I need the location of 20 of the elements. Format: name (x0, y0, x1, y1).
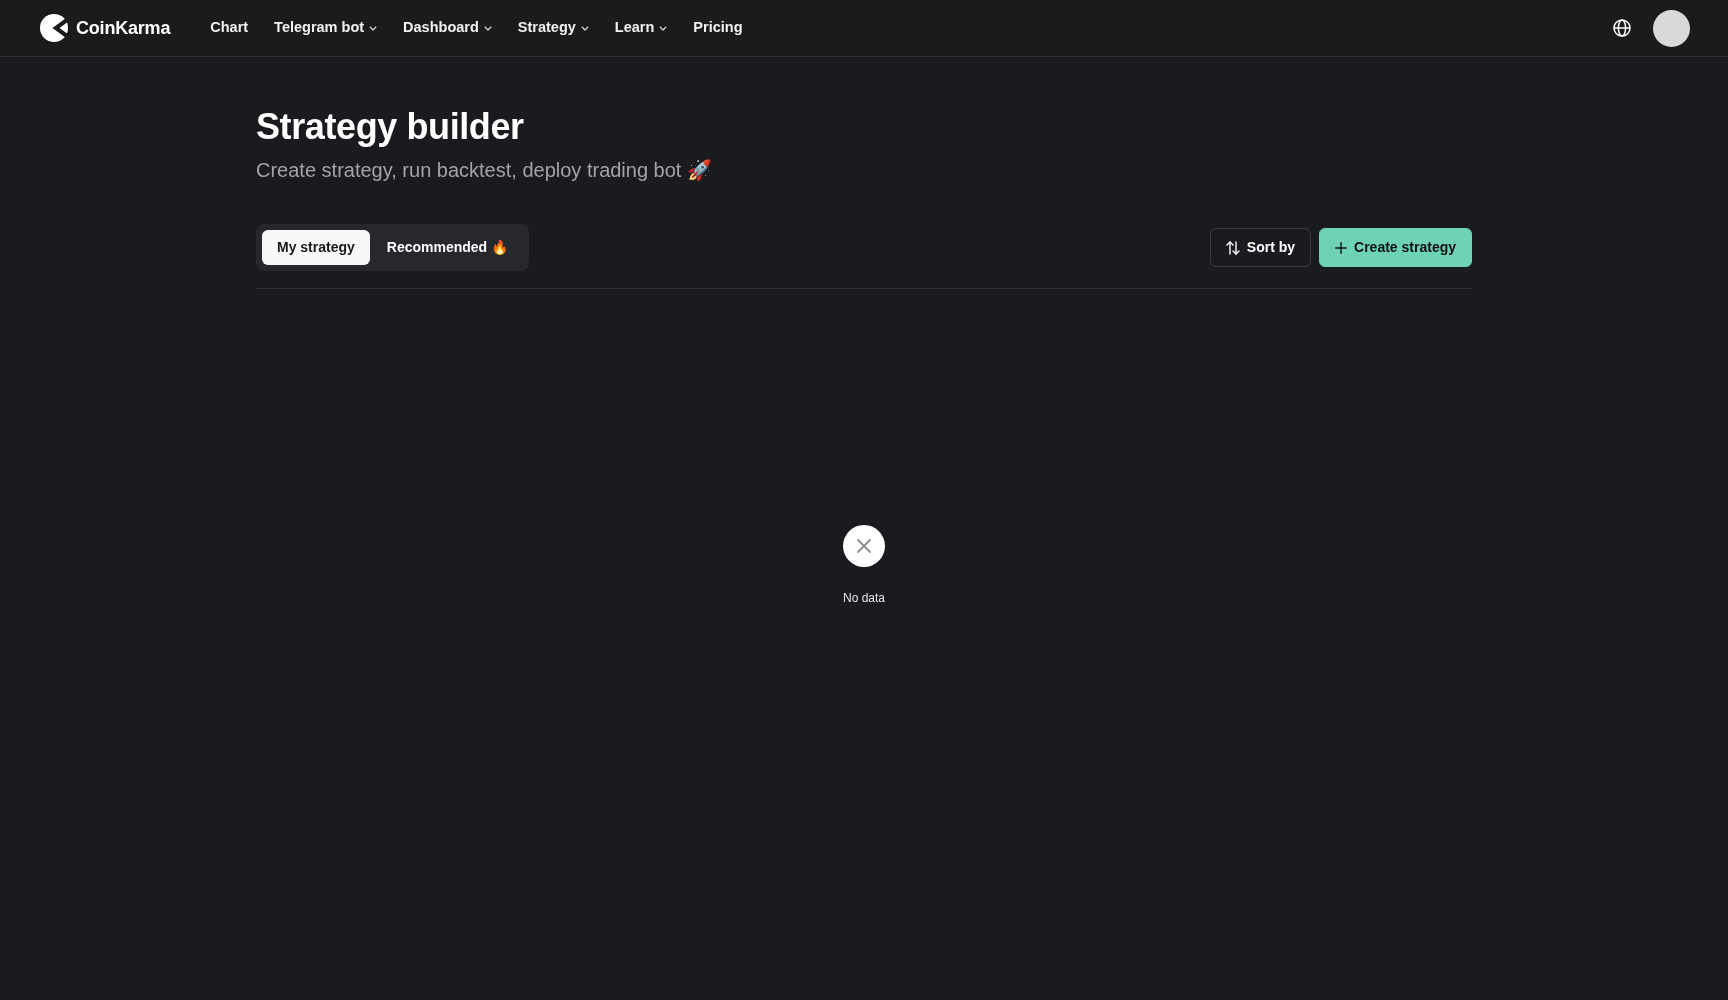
brand-name[interactable]: CoinKarma (76, 14, 171, 42)
nav-link[interactable]: Learn (614, 17, 668, 39)
sort-button[interactable]: Sort by (1209, 228, 1312, 268)
x-circle-icon (843, 525, 885, 568)
nav-link[interactable]: Dashboard (403, 17, 492, 39)
tab[interactable]: My strategy (262, 230, 370, 266)
nav-link[interactable]: Pricing (693, 17, 743, 39)
tab[interactable]: Recommended 🔥 (371, 230, 524, 266)
create-button[interactable]: Create strategy (1319, 228, 1472, 268)
sort-arrows-icon (1225, 240, 1240, 255)
empty-message: No data (843, 590, 885, 608)
nav-link[interactable]: Telegram bot (274, 17, 378, 39)
globe-icon[interactable] (1613, 19, 1631, 37)
avatar[interactable] (1653, 9, 1690, 47)
logo-icon[interactable] (40, 14, 68, 42)
nav-link[interactable]: Strategy (517, 17, 589, 39)
page-subtitle: Create strategy, run backtest, deploy trading bot 🚀 (256, 158, 713, 183)
nav-link[interactable]: Chart (210, 17, 249, 39)
plus-icon (1335, 241, 1348, 254)
page-title: Strategy builder (256, 105, 525, 149)
